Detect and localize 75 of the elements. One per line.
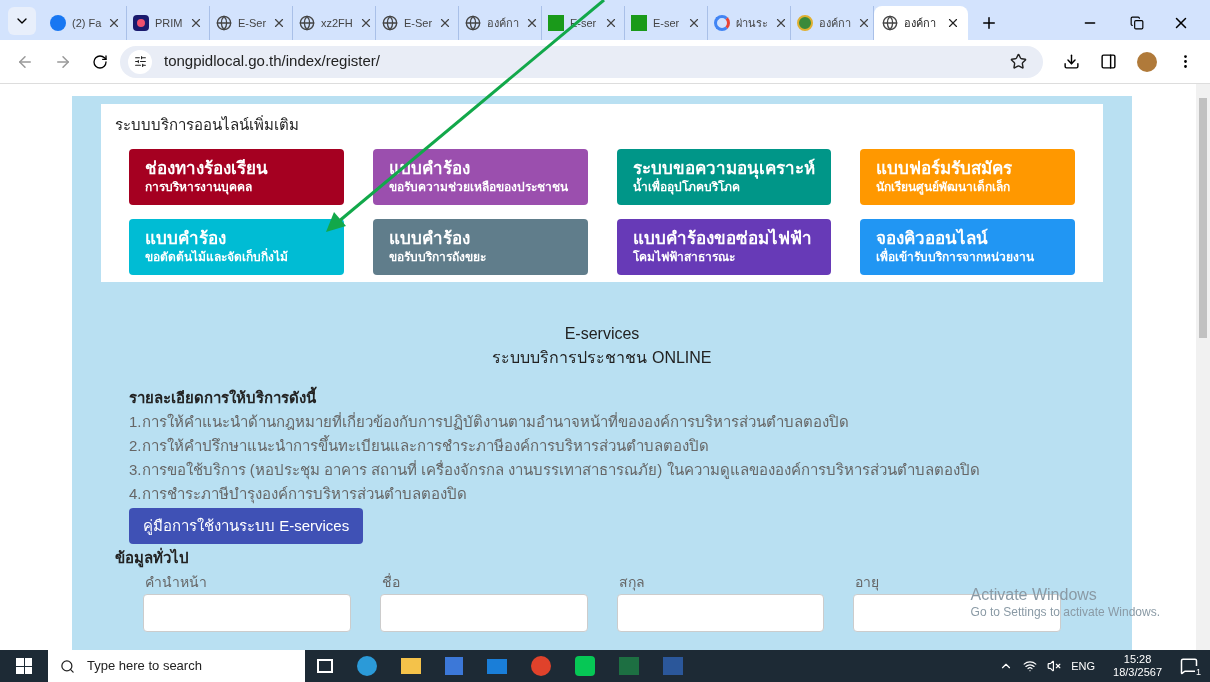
- facebook-icon: [50, 15, 66, 31]
- notification-icon: [1180, 657, 1198, 675]
- tab-title: (2) Fa: [72, 15, 102, 31]
- new-tab-icon[interactable]: [980, 14, 998, 32]
- g-logo-icon: [714, 15, 730, 31]
- tab-title: องค์กา: [819, 15, 851, 31]
- service-item: 4.การชำระภาษีบำรุงองค์การบริหารส่วนตำบลตองปิด: [129, 483, 468, 506]
- service-item: 2.การให้คำปรึกษาแนะนำการขึ้นทะเบียนและการชำระภาษีองค์การบริหารส่วนตำบลตองปิด: [129, 434, 710, 456]
- seal-icon: [797, 15, 813, 31]
- close-icon[interactable]: [774, 16, 788, 30]
- tab-title: องค์กา: [904, 15, 937, 31]
- input-field[interactable]: [143, 593, 351, 632]
- page-title: E-services: [564, 323, 640, 344]
- tab-title: PRIM: [155, 15, 183, 31]
- profile-avatar[interactable]: [1137, 51, 1157, 72]
- globe-icon: [465, 15, 481, 31]
- shop-icon: [133, 15, 149, 31]
- field-label: คำนำหน้า: [144, 572, 208, 592]
- clock[interactable]: 15:28 18/3/2567: [1113, 653, 1162, 679]
- volume-muted-icon[interactable]: [1047, 659, 1062, 673]
- e-logo-icon: [631, 15, 647, 31]
- edge-icon[interactable]: [357, 656, 377, 676]
- globe-icon: [882, 15, 898, 31]
- section-heading: รายละเอียดการให้บริการดังนี้: [129, 385, 318, 408]
- close-icon[interactable]: [604, 16, 618, 30]
- tab-title: xz2FH: [321, 15, 353, 31]
- globe-icon: [299, 15, 315, 31]
- service-tile[interactable]: แบบคำร้อง ขอรับบริการถังขยะ: [372, 218, 588, 275]
- e-logo-icon: [548, 15, 564, 31]
- wifi-icon[interactable]: [1023, 659, 1038, 673]
- chrome-icon[interactable]: [531, 656, 551, 676]
- browser-tab[interactable]: องค์กา: [874, 6, 968, 40]
- tab-title: องค์กา: [487, 15, 519, 31]
- site-settings-icon[interactable]: [128, 49, 152, 74]
- windows-start-icon[interactable]: [16, 658, 32, 674]
- service-item: 3.การขอใช้บริการ (หอประชุม อาคาร สถานที่ เครื่องจักรกล งานบรรเทาสาธารณภัย) ในความดูแลขององค์การบริหารส่วนตำบลตองปิด: [129, 459, 981, 482]
- service-tile[interactable]: แบบคำร้องขอซ่อมไฟฟ้า โคมไฟฟ้าสาธารณะ: [616, 218, 832, 275]
- bookmark-icon[interactable]: [1010, 53, 1027, 70]
- download-icon[interactable]: [1063, 53, 1080, 70]
- sliders-icon: [133, 55, 147, 68]
- field-label: ชื่อ: [380, 572, 401, 592]
- manual-button[interactable]: คู่มือการใช้งานระบบ E-services: [129, 507, 364, 544]
- tab-title: E-Ser: [238, 15, 267, 31]
- field-label: สกุล: [617, 572, 646, 593]
- card-heading: ระบบบริการออนไลน์เพิ่มเติม: [115, 114, 300, 135]
- activation-title: Activate Windows: [970, 585, 1098, 605]
- input-field[interactable]: [616, 593, 825, 632]
- tab-title: ผ่านระ: [736, 15, 768, 31]
- side-panel-icon[interactable]: [1100, 53, 1117, 70]
- restore-icon[interactable]: [1130, 16, 1144, 30]
- scrollbar[interactable]: [1196, 84, 1210, 650]
- globe-icon: [382, 15, 398, 31]
- close-icon[interactable]: [189, 16, 203, 30]
- service-tile[interactable]: ระบบขอความอนุเคราะห์ น้ำเพื่ออุปโภคบริโภค: [616, 148, 832, 205]
- task-view-icon[interactable]: [317, 659, 333, 673]
- tab-list-button[interactable]: [8, 7, 36, 35]
- language-indicator[interactable]: ENG: [1071, 657, 1096, 675]
- taskbar-search-field[interactable]: Type here to search: [48, 650, 305, 682]
- mail-icon[interactable]: [487, 658, 507, 674]
- line-app-icon[interactable]: [575, 656, 595, 676]
- tab-title: E-Ser: [404, 15, 433, 31]
- section-heading: ข้อมูลทั่วไป: [115, 546, 190, 570]
- service-tile[interactable]: ช่องทางร้องเรียน การบริหารงานบุคคล: [129, 148, 344, 205]
- page-title: ระบบบริการประชาชน ONLINE: [492, 347, 712, 368]
- input-field[interactable]: [379, 593, 588, 632]
- tab-title: E-ser: [653, 15, 681, 31]
- close-icon[interactable]: [857, 16, 871, 30]
- close-icon[interactable]: [946, 16, 960, 30]
- address-bar[interactable]: tongpidlocal.go.th/index/register/: [120, 45, 1043, 78]
- service-item: 1.การให้คำแนะนำด้านกฎหมายที่เกี่ยวข้องกับการปฏิบัติงานตามอำนาจหน้าที่ขององค์การบริหารส่วนตำบลตองปิด: [129, 411, 850, 432]
- close-icon[interactable]: [687, 16, 701, 30]
- globe-icon: [216, 15, 232, 31]
- search-icon: [60, 658, 75, 674]
- reload-icon[interactable]: [92, 53, 108, 70]
- close-icon[interactable]: [525, 16, 539, 30]
